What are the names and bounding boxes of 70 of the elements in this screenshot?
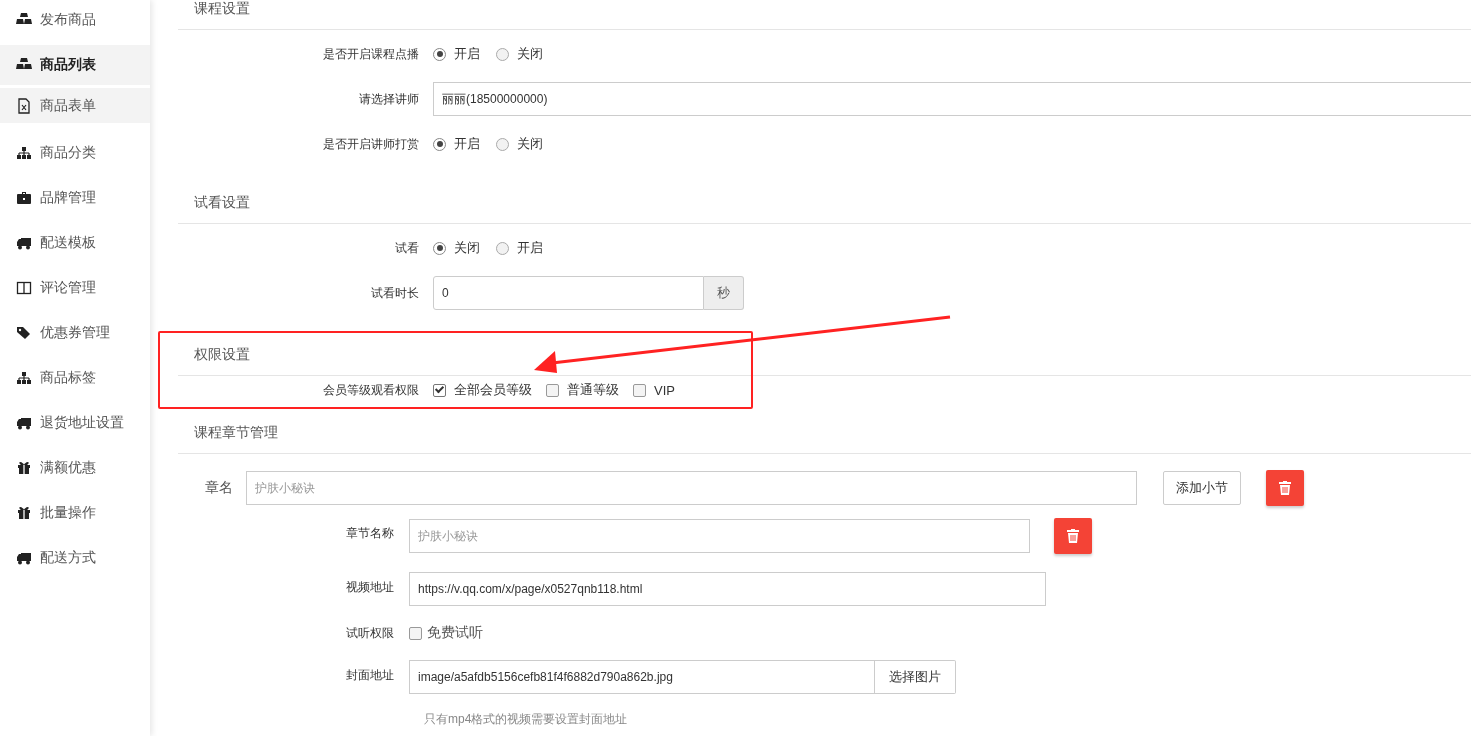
teacher-field[interactable]: 丽丽(18500000000) [433, 82, 1471, 116]
radio-button[interactable] [433, 47, 446, 61]
sidebar-item[interactable]: 品牌管理 [0, 175, 150, 220]
option-label: 全部会员等级 [454, 381, 532, 399]
section-title: 权限设置 [194, 345, 250, 363]
option-label: 普通等级 [567, 381, 619, 399]
sidebar-item[interactable]: 配送模板 [0, 220, 150, 265]
field-label: 章名 [205, 479, 234, 497]
tag-icon [16, 324, 32, 341]
sidebar-item[interactable]: 商品分类 [0, 130, 150, 175]
delete-button[interactable] [1266, 470, 1304, 506]
delete-button[interactable] [1054, 518, 1092, 554]
field-label: 会员等级观看权限 [322, 381, 420, 399]
option-label: 开启 [454, 45, 480, 63]
section-title: 课程设置 [194, 0, 250, 17]
section-title: 课程章节管理 [194, 423, 278, 441]
lesson-field[interactable]: https://v.qq.com/x/page/x0527qnb118.html [409, 572, 1046, 606]
sidebar-item[interactable]: 评论管理 [0, 265, 150, 310]
sidebar-item[interactable]: 发布商品 [0, 0, 150, 42]
sidebar-item[interactable]: 退货地址设置 [0, 400, 150, 445]
option-label: 免费试听 [427, 624, 483, 642]
radio-button[interactable] [496, 137, 509, 151]
briefcase-icon [16, 189, 32, 206]
duration-field[interactable]: 0 [433, 276, 704, 310]
field-label: 是否开启课程点播 [322, 45, 420, 63]
field-label: 试看 [394, 239, 420, 257]
file-icon [16, 97, 32, 114]
columns-icon [16, 279, 32, 296]
option-label: 关闭 [517, 45, 543, 63]
unit-addon: 秒 [704, 276, 744, 310]
section-title: 试看设置 [194, 193, 250, 211]
option-label: 开启 [454, 135, 480, 153]
add-section-button[interactable]: 添加小节 [1163, 471, 1241, 505]
sidebar-item[interactable]: 配送方式 [0, 535, 150, 580]
sidebar-item[interactable]: 优惠券管理 [0, 310, 150, 355]
radio-button[interactable] [496, 241, 509, 255]
checkbox[interactable] [546, 383, 559, 397]
sidebar-item[interactable]: 商品表单 [0, 88, 150, 123]
checkbox[interactable] [633, 383, 646, 397]
gift-icon [16, 459, 32, 476]
hint-text: 只有mp4格式的视频需要设置封面地址 [424, 712, 629, 726]
sidebar-item[interactable]: 商品标签 [0, 355, 150, 400]
checkbox[interactable] [433, 383, 446, 397]
radio-button[interactable] [433, 137, 446, 151]
choose-image-button[interactable]: 选择图片 [875, 660, 956, 694]
option-label: 关闭 [454, 239, 480, 257]
sidebar-item[interactable]: 满额优惠 [0, 445, 150, 490]
sitemap-icon [16, 144, 32, 161]
field-label: 视频地址 [345, 579, 395, 596]
lesson-field[interactable]: 护肤小秘诀 [409, 519, 1030, 553]
sitemap-icon [16, 369, 32, 386]
field-label: 是否开启讲师打赏 [322, 135, 420, 153]
sidebar-item[interactable]: 批量操作 [0, 490, 150, 535]
field-label: 试听权限 [345, 624, 395, 642]
cover-field[interactable]: image/a5afdb5156cefb81f4f6882d790a862b.jpg [409, 660, 875, 694]
radio-button[interactable] [433, 241, 446, 255]
option-label: 关闭 [517, 135, 543, 153]
sidebar-item[interactable]: 商品列表 [0, 45, 150, 85]
option-label: VIP [654, 382, 675, 398]
checkbox[interactable] [409, 626, 422, 640]
chapter-name-field[interactable]: 护肤小秘诀 [246, 471, 1137, 505]
field-label: 试看时长 [370, 284, 420, 302]
option-label: 开启 [517, 239, 543, 257]
trash-icon [1279, 481, 1291, 495]
field-label: 封面地址 [345, 667, 395, 684]
field-label: 章节名称 [345, 525, 395, 542]
trash-icon [1067, 529, 1079, 543]
field-label: 请选择讲师 [358, 90, 420, 108]
radio-button[interactable] [496, 47, 509, 61]
gift-icon [16, 504, 32, 521]
